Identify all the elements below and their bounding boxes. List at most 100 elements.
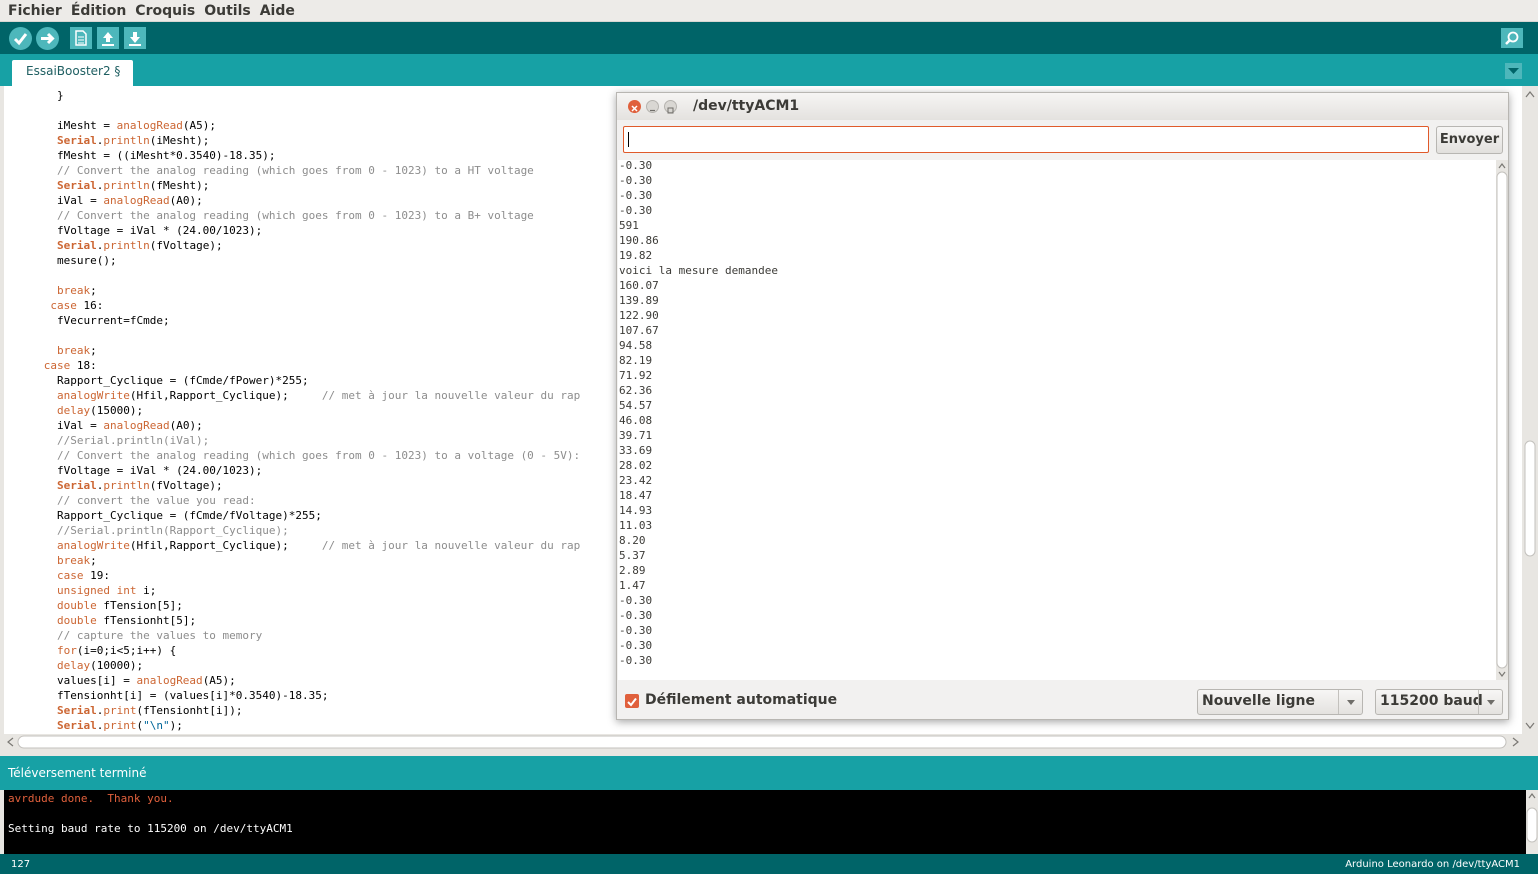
- menu-bar: Fichier Édition Croquis Outils Aide: [0, 0, 1538, 22]
- serial-output-line: 62.36: [619, 384, 653, 397]
- serial-output-line: -0.30: [619, 160, 653, 172]
- serial-send-input[interactable]: [623, 126, 1429, 153]
- serial-output-line: 190.86: [619, 234, 659, 247]
- code-line: iVal = analogRead(A0);: [4, 419, 203, 432]
- new-button[interactable]: [70, 27, 92, 49]
- menu-croquis[interactable]: Croquis: [135, 3, 195, 19]
- code-line: fVecurrent=fCmde;: [4, 314, 170, 327]
- serial-output-line: -0.30: [619, 609, 653, 622]
- tab-essaibooster2[interactable]: EssaiBooster2 §: [12, 60, 133, 86]
- code-line: fVoltage = iVal * (24.00/1023);: [4, 464, 263, 477]
- code-line: Serial.println(fVoltage);: [56, 479, 223, 492]
- baud-rate-value: 115200 baud: [1380, 693, 1483, 709]
- code-line: //Serial.println(iVal);: [56, 434, 210, 447]
- serial-output-line: -0.30: [619, 639, 653, 652]
- tab-bar: EssaiBooster2 §: [0, 54, 1538, 86]
- console-scrollbar[interactable]: [1526, 790, 1538, 854]
- minimize-button[interactable]: [646, 100, 659, 113]
- serial-output-line: 23.42: [619, 474, 653, 487]
- serial-output-area[interactable]: -0.30 -0.30 -0.30 -0.30 591 190.86 19.82 voici …: [618, 160, 1496, 680]
- serial-output-line: -0.30: [619, 174, 653, 187]
- board-port-label: Arduino Leonardo on /dev/ttyACM1: [1345, 859, 1520, 870]
- tab-menu-button[interactable]: [1505, 63, 1522, 79]
- code-line: fMesht = ((iMesht*0.3540)-18.35);: [4, 149, 276, 162]
- code-line: // convert the value you read:: [56, 494, 256, 507]
- serial-output-line: 160.07: [619, 279, 659, 292]
- send-button[interactable]: Envoyer: [1436, 126, 1503, 154]
- open-up-arrow-icon: [102, 32, 114, 46]
- code-line: }: [4, 89, 64, 102]
- code-line: break;: [56, 284, 97, 297]
- code-line: Rapport_Cyclique = (fCmde/fVoltage)*255;: [4, 509, 322, 522]
- status-bar: Téléversement terminé: [0, 756, 1538, 790]
- menu-outils[interactable]: Outils: [204, 3, 251, 19]
- status-message: Téléversement terminé: [8, 766, 147, 780]
- line-ending-select[interactable]: Nouvelle ligne: [1197, 689, 1363, 715]
- serial-monitor-button[interactable]: [1501, 28, 1523, 48]
- code-line: mesure();: [4, 254, 117, 267]
- serial-output-line: 39.71: [619, 429, 653, 442]
- code-line: Serial.println(iMesht);: [56, 134, 210, 147]
- triangle-down-icon: [1508, 68, 1519, 74]
- serial-output-line: 11.03: [619, 519, 653, 532]
- code-line: fTensionht[i] = (values[i]*0.3540)-18.35…: [4, 689, 329, 702]
- serial-output-line: 5.37: [619, 549, 646, 562]
- line-number: 127: [11, 859, 31, 870]
- serial-output-line: -0.30: [619, 654, 653, 667]
- code-line: iVal = analogRead(A0);: [4, 194, 203, 207]
- code-line: analogWrite(Hfil,Rapport_Cyclique); // m…: [56, 539, 581, 552]
- serial-output-line: 94.58: [619, 339, 653, 352]
- serial-monitor-window: /dev/ttyACM1 Envoyer -0.30 -0.30 -0.30 -0.3…: [616, 92, 1509, 720]
- serial-output-line: 33.69: [619, 444, 653, 457]
- magnifier-icon: [1505, 31, 1519, 45]
- code-line: unsigned int i;: [56, 584, 157, 597]
- maximize-icon: [667, 107, 674, 114]
- editor-horizontal-scrollbar[interactable]: [4, 734, 1522, 750]
- serial-output-line: 14.93: [619, 504, 653, 517]
- serial-output-line: -0.30: [619, 594, 653, 607]
- code-line: break;: [56, 344, 97, 357]
- serial-output-line: 8.20: [619, 534, 646, 547]
- code-line: // Convert the analog reading (which goe…: [56, 449, 581, 462]
- serial-monitor-titlebar[interactable]: /dev/ttyACM1: [617, 93, 1508, 120]
- upload-button[interactable]: [36, 27, 59, 50]
- serial-output-line: 1.47: [619, 579, 646, 592]
- editor-vertical-scrollbar[interactable]: [1522, 86, 1538, 734]
- code-line: //Serial.println(Rapport_Cyclique);: [56, 524, 289, 537]
- arrow-right-icon: [41, 32, 55, 45]
- save-button[interactable]: [124, 27, 146, 49]
- code-line: iMesht = analogRead(A5);: [4, 119, 216, 132]
- code-line: delay(15000);: [56, 404, 144, 417]
- code-line: break;: [56, 554, 97, 567]
- code-line: double fTensionht[5];: [56, 614, 197, 627]
- menu-aide[interactable]: Aide: [260, 3, 295, 19]
- code-line: Serial.print(fTensionht[i]);: [56, 704, 243, 717]
- serial-output-line: -0.30: [619, 624, 653, 637]
- console-output[interactable]: avrdude done. Thank you. Setting baud rat…: [4, 790, 1526, 854]
- code-line: case 19:: [56, 569, 110, 582]
- close-button[interactable]: [628, 100, 641, 113]
- baud-rate-select[interactable]: 115200 baud: [1375, 689, 1503, 715]
- serial-output-scrollbar[interactable]: [1496, 160, 1508, 680]
- serial-output-line: 18.47: [619, 489, 653, 502]
- code-line: delay(10000);: [56, 659, 144, 672]
- code-line: Serial.println(fVoltage);: [56, 239, 223, 252]
- serial-output-line: 107.67: [619, 324, 659, 337]
- menu-edition[interactable]: Édition: [71, 3, 126, 19]
- checkmark-icon: [627, 697, 637, 707]
- save-down-arrow-icon: [129, 32, 141, 46]
- autoscroll-checkbox[interactable]: [625, 694, 639, 708]
- code-line: Rapport_Cyclique = (fCmde/fPower)*255;: [4, 374, 309, 387]
- console-line: Setting baud rate to 115200 on /dev/ttyA…: [8, 822, 293, 835]
- serial-output-line: 46.08: [619, 414, 653, 427]
- toolbar: [0, 22, 1538, 54]
- menu-fichier[interactable]: Fichier: [8, 3, 62, 19]
- open-button[interactable]: [97, 27, 119, 49]
- code-line: for(i=0;i<5;i++) {: [56, 644, 177, 657]
- maximize-button[interactable]: [664, 100, 677, 114]
- line-ending-value: Nouvelle ligne: [1202, 693, 1315, 709]
- verify-button[interactable]: [9, 27, 32, 50]
- code-line: Serial.println(fMesht);: [56, 179, 210, 192]
- serial-output-line: 139.89: [619, 294, 659, 307]
- serial-monitor-title: /dev/ttyACM1: [693, 98, 800, 114]
